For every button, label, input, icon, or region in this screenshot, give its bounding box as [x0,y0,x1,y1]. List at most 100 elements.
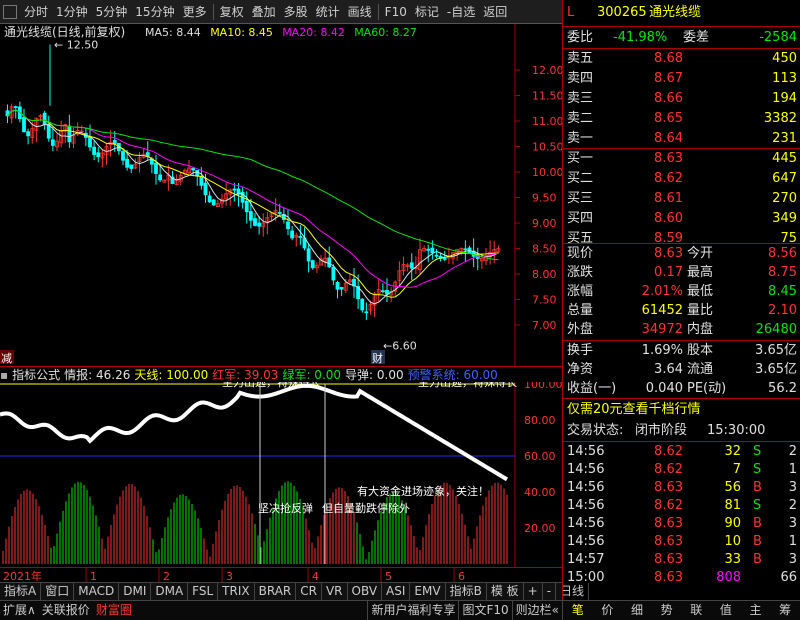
panel-tab-7[interactable]: 筹 [776,601,794,620]
tab-12[interactable]: EMV [410,583,446,600]
diff-label: 委差 [683,30,710,45]
toolbar-item-2[interactable]: 5分钟 [92,0,132,24]
order-ratio-row: 委比 -41.98% 委差 -2584 [563,28,800,48]
toolbar-item-3[interactable]: 15分钟 [131,0,178,24]
tab-10[interactable]: OBV [348,583,383,600]
price-tick-label: 12.00 [532,64,562,77]
high-price-label: ← 12.50 [54,39,98,52]
sell-row-4: 卖一 8.64 231 [563,129,800,149]
tick-side: B [753,516,762,531]
panel-tab-3[interactable]: 势 [658,601,676,620]
toolbar-item-4[interactable]: 更多 [179,0,211,24]
price-tick-label: 9.50 [532,192,557,205]
tab-9[interactable]: VR [322,583,348,600]
panel-tab-5[interactable]: 值 [717,601,735,620]
tick-count: 3 [788,480,797,495]
candle-body [199,176,204,186]
tab-0[interactable]: 指标A [0,583,42,600]
finance-marker-text: 财 [372,351,383,365]
panel-tab-0[interactable]: 笔 [569,601,587,620]
stats-row-4: 外盘 34972 内盘 26480 [563,320,800,339]
panel-tabs: 笔价细势联值主筹 [562,601,800,620]
toolbar-item-5[interactable]: 复权 [216,0,248,24]
tab-16[interactable]: - [543,583,557,600]
toolbar-item-10[interactable]: F10 [381,0,411,24]
tab-4[interactable]: DMA [151,583,189,600]
reduce-marker-text: 减 [1,352,12,365]
bottom-left-0[interactable]: 扩展∧ [0,601,39,620]
sell-price: 8.67 [654,71,683,86]
price-tick-label: 8.00 [532,268,557,281]
candle-body [426,248,431,251]
tab-15[interactable]: + [524,583,543,600]
toolbar-item-6[interactable]: 叠加 [248,0,280,24]
toolbar-item-8[interactable]: 统计 [312,0,344,24]
toolbar-item-7[interactable]: 多股 [280,0,312,24]
tab-13[interactable]: 指标B [446,583,487,600]
stat2-value: 0.040 [645,381,683,396]
tab-3[interactable]: DMI [119,583,152,600]
price-tick-label: 10.00 [532,166,562,179]
buy-row-0: 买一 8.63 445 [563,149,800,169]
panel-tab-6[interactable]: 主 [747,601,765,620]
buy-volume: 445 [772,151,797,166]
panel-tab-1[interactable]: 价 [598,601,616,620]
indicator-settings-icon[interactable]: ▪ [0,368,8,382]
diff-value: -2584 [759,30,797,45]
indicator-chart[interactable]: 100.00 80.00 60.00 40.00 20.00 坚决抢反弹 但自量勤跌停除外 有… [0,375,563,567]
bottom-right-0[interactable]: 新用户福利专享 [367,601,458,620]
tick-price: 8.62 [654,498,683,513]
toolbar-item-12[interactable]: -自选 [443,0,479,24]
candle-body [211,199,216,206]
tick-volume: 56 [724,480,741,495]
kline-chart[interactable]: 12.00 11.50 11.00 10.50 10.00 9.50 9.00 8.50 8.0… [0,24,564,366]
toolbar-item-13[interactable]: 返回 [479,0,511,24]
stats-row-0: 现价 8.63 今开 8.56 [563,244,800,263]
toolbar-item-0[interactable]: 分时 [20,0,52,24]
indicator-value-4: 绿军: 0.00 [282,368,342,382]
toolbar-menu-icon[interactable] [3,4,17,19]
bottom-right-2[interactable]: 则边栏« [511,601,562,620]
sell-price: 8.68 [654,51,683,66]
indicator-value-0[interactable]: 指标公式 [12,366,60,383]
bottom-left-1[interactable]: 关联报价 [39,601,93,620]
toolbar-item-1[interactable]: 1分钟 [52,0,92,24]
candle-body [298,236,303,238]
tab-11[interactable]: ASI [382,583,411,600]
intel-line [0,383,509,482]
tab-1[interactable]: 窗口 [41,583,75,600]
ind-annotation-2: 但自量勤跌停除外 [322,501,410,515]
candle-body [22,116,26,133]
status-value: 闭市阶段 [635,423,688,438]
panel-tab-2[interactable]: 细 [628,601,646,620]
tab-5[interactable]: FSL [188,583,219,600]
stat2-label: 收益(一) [567,381,617,396]
stat-label: 涨幅 [567,284,594,299]
ratio-value: -41.98% [613,30,668,45]
ind-annotation-1: 坚决抢反弹 [258,501,313,515]
tab-2[interactable]: MACD [74,583,120,600]
bottom-left-2[interactable]: 财富圈 [93,601,135,620]
tab-6[interactable]: TRIX [218,583,255,600]
tick-price: 8.62 [654,444,683,459]
stat2-value: 3.64 [654,362,683,377]
tick-price: 8.63 [654,552,683,567]
toolbar-item-11[interactable]: 标记 [411,0,443,24]
tab-7[interactable]: BRAR [255,583,297,600]
bottom-right-1[interactable]: 图文F10 [458,601,511,620]
stats2-row-2: 收益(一) 0.040 PE(动) 56.2 [563,379,800,398]
panel-tab-4[interactable]: 联 [687,601,705,620]
candle-body [191,168,196,171]
tab-14[interactable]: 模 板 [487,583,524,600]
tab-8[interactable]: CR [296,583,322,600]
stock-flag: L [567,5,575,20]
sell-price: 8.66 [654,91,683,106]
ind-annotation-4: 主力出逃，特殊得长 [222,382,321,389]
stat2-value: 56.2 [768,381,797,396]
tick-count: 1 [788,534,797,549]
stat-value: 2.01% [641,284,683,299]
price-tick-label: 10.50 [532,141,562,154]
promo-link[interactable]: 仅需20元查看千档行情 [567,400,701,420]
toolbar-item-9[interactable]: 画线 [344,0,376,24]
tick-time: 14:56 [567,498,605,513]
